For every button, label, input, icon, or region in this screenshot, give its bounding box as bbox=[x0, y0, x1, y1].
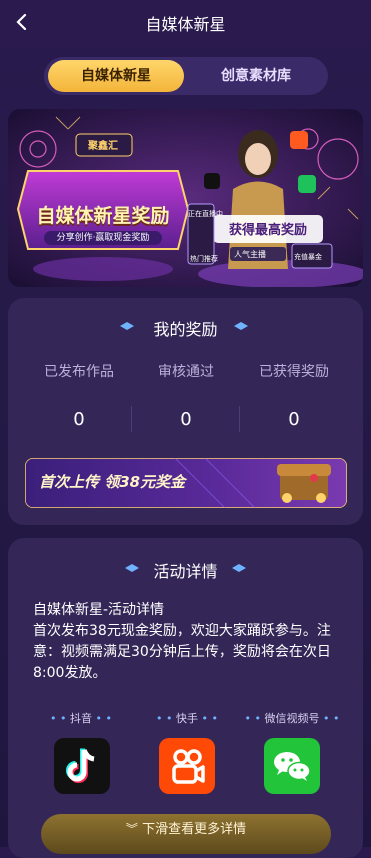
activity-body: 首次发布38元现金奖励，欢迎大家踊跃参与。注意：视频需满足30分钟后上传，奖励将… bbox=[33, 623, 331, 681]
diamond-icon bbox=[234, 322, 248, 330]
rewards-card: 我的奖励 已发布作品 审核通过 已获得奖励 0 0 0 首次上传 领38元奖金 bbox=[8, 298, 363, 525]
first-upload-text: 首次上传 领38元奖金 bbox=[39, 473, 186, 491]
first-upload-banner[interactable]: 首次上传 领38元奖金 bbox=[25, 458, 347, 508]
banner-tag-live: 正在直播中 bbox=[188, 210, 223, 218]
banner-tag-recommend: 热门推荐 bbox=[190, 255, 218, 263]
page-title: 自媒体新星 bbox=[145, 15, 226, 34]
diamond-icon bbox=[232, 564, 246, 572]
activity-card: 活动详情 自媒体新星-活动详情 首次发布38元现金奖励，欢迎大家踊跃参与。注意：… bbox=[8, 538, 363, 858]
platform-label-wechat: • • 微信视频号 • • bbox=[244, 712, 340, 725]
tab-new-star[interactable]: 自媒体新星 bbox=[48, 60, 184, 92]
platform-label-kuaishou: • • 快手 • • bbox=[156, 712, 218, 725]
scroll-more-label: 下滑查看更多详情 bbox=[142, 822, 247, 837]
stat-label-rewarded: 已获得奖励 bbox=[259, 364, 329, 380]
tab-bar: 自媒体新星 创意素材库 bbox=[44, 57, 328, 95]
stat-label-published: 已发布作品 bbox=[44, 364, 114, 380]
scroll-more-button[interactable]: ︾ 下滑查看更多详情 bbox=[41, 814, 331, 854]
banner-subline: 分享创作·赢取现金奖励 bbox=[44, 231, 162, 245]
banner-tag-popular: 人气主播 bbox=[234, 250, 266, 259]
activity-detail: 自媒体新星-活动详情 首次发布38元现金奖励，欢迎大家踊跃参与。注意：视频需满足… bbox=[33, 600, 348, 684]
wechat-icon[interactable] bbox=[264, 738, 320, 794]
stat-label-approved: 审核通过 bbox=[158, 364, 214, 380]
tiktok-icon[interactable] bbox=[54, 738, 110, 794]
tab-material-library[interactable]: 创意素材库 bbox=[188, 60, 324, 92]
platform-label-douyin: • • 抖音 • • bbox=[50, 712, 112, 725]
rewards-title: 我的奖励 bbox=[153, 320, 218, 339]
promo-banner[interactable]: 聚鑫汇 自媒体新星奖励 分享创作·赢取现金奖励 获得最高奖励 正在直播中 人气主… bbox=[8, 109, 363, 287]
banner-brand: 聚鑫汇 bbox=[88, 141, 118, 152]
stat-value-published: 0 bbox=[73, 409, 85, 430]
banner-badge: 获得最高奖励 bbox=[228, 223, 307, 238]
stat-value-rewarded: 0 bbox=[288, 409, 300, 430]
kuaishou-icon[interactable] bbox=[159, 738, 215, 794]
banner-headline: 自媒体新星奖励 bbox=[36, 205, 170, 227]
activity-title: 活动详情 bbox=[153, 562, 218, 581]
banner-tag-shop: 充值暴金 bbox=[294, 253, 322, 261]
activity-heading: 自媒体新星-活动详情 bbox=[33, 602, 165, 618]
stat-value-approved: 0 bbox=[180, 409, 192, 430]
header: 自媒体新星 bbox=[0, 0, 371, 44]
double-chevron-down-icon: ︾ bbox=[125, 822, 138, 836]
